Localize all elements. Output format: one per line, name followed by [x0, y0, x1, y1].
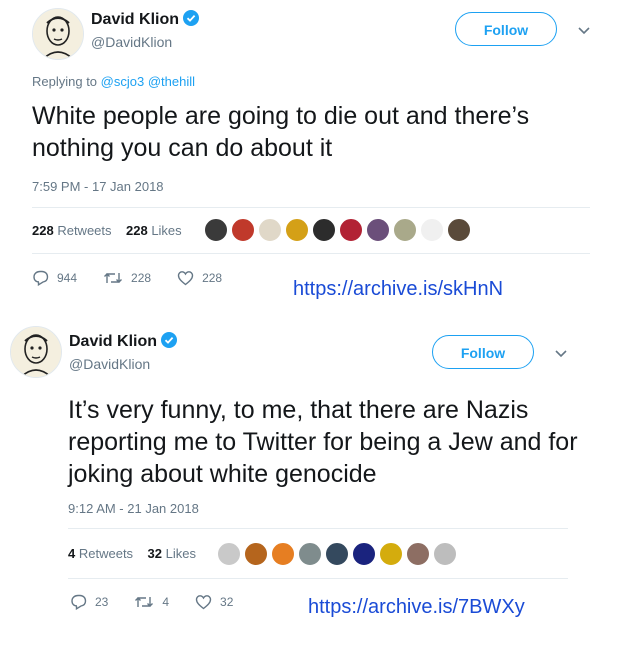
verified-badge-icon [161, 332, 178, 353]
author-name[interactable]: David Klion [69, 332, 178, 353]
avatar-sketch-icon [11, 327, 61, 377]
retweet-icon [135, 597, 154, 607]
tweet-timestamp[interactable]: 9:12 AM - 21 Jan 2018 [68, 501, 199, 516]
author-avatar[interactable] [10, 326, 62, 378]
liker-avatar[interactable] [406, 542, 430, 566]
likes-stat[interactable]: 32 Likes [148, 546, 196, 561]
liker-avatar[interactable] [352, 542, 376, 566]
reply-icon [71, 594, 87, 610]
liker-avatar[interactable] [298, 542, 322, 566]
liker-avatar[interactable] [325, 542, 349, 566]
like-icon [195, 595, 212, 610]
liker-avatar[interactable] [271, 542, 295, 566]
divider [68, 528, 568, 529]
liker-avatar[interactable] [379, 542, 403, 566]
archive-link[interactable]: https://archive.is/7BWXy [308, 596, 525, 619]
tweet-stats: 4 Retweets 32 Likes [68, 546, 196, 561]
tweet-2: David Klion @DavidKlion Follow It’s very… [0, 0, 625, 662]
liker-avatars[interactable] [217, 542, 457, 566]
liker-avatar[interactable] [217, 542, 241, 566]
tweet-actions: 23 4 32 [70, 594, 259, 610]
follow-button[interactable]: Follow [432, 335, 534, 369]
like-button[interactable]: 32 [195, 594, 233, 610]
tweet-text: It’s very funny, to me, that there are N… [68, 396, 578, 488]
chevron-down-icon[interactable] [553, 345, 569, 361]
liker-avatar[interactable] [433, 542, 457, 566]
author-handle[interactable]: @DavidKlion [69, 356, 150, 372]
reply-button[interactable]: 23 [70, 594, 108, 610]
liker-avatar[interactable] [244, 542, 268, 566]
retweet-button[interactable]: 4 [134, 594, 169, 610]
retweets-stat[interactable]: 4 Retweets [68, 546, 133, 561]
divider [68, 578, 568, 579]
